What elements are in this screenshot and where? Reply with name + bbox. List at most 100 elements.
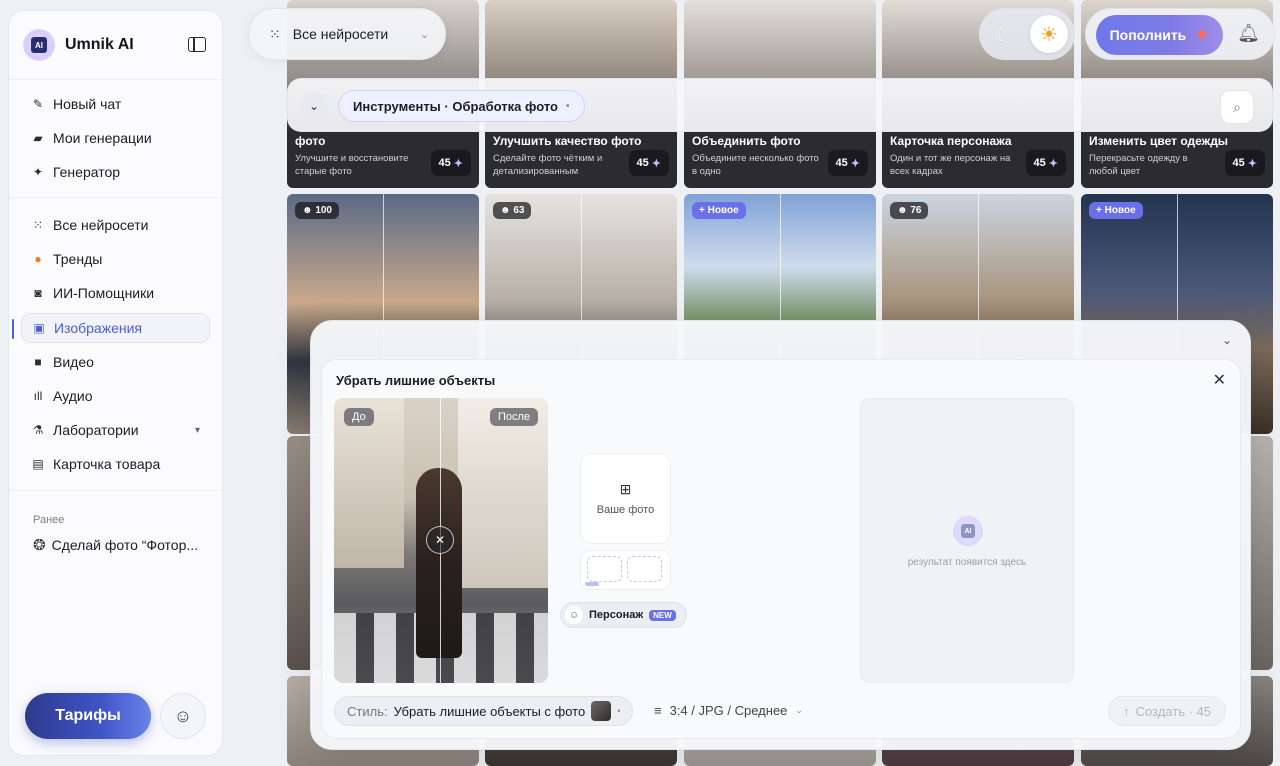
persona-chip[interactable]: ☺ Персонаж NEW	[560, 602, 687, 628]
chevron-down-icon: ⌄	[308, 99, 320, 113]
empty-slot[interactable]	[587, 556, 622, 582]
audio-wave-icon: ıll	[33, 388, 43, 403]
fire-icon: ●	[34, 252, 42, 267]
after-label: После	[489, 408, 538, 426]
close-icon[interactable]: ✕	[1213, 370, 1226, 390]
sparkle-icon: ✦	[651, 157, 661, 170]
settings-sliders-icon: ≡	[654, 703, 662, 718]
output-params-select[interactable]: ≡ 3:4 / JPG / Среднее ⌄	[654, 703, 803, 718]
tool-card-title: фото	[295, 134, 326, 148]
profile-button[interactable]: ☺	[160, 693, 206, 739]
before-after-preview[interactable]: ✕ До После	[334, 398, 548, 683]
tool-card-title: Изменить цвет одежды	[1089, 134, 1229, 148]
sparkle-icon: ✦	[1247, 157, 1257, 170]
bell-icon[interactable]: 🔔︎	[1237, 23, 1260, 44]
moon-icon[interactable]: ☾	[994, 22, 1012, 47]
folder-icon: ▰	[33, 131, 43, 146]
tool-card-desc: Сделайте фото чётким и детализированным	[493, 153, 603, 177]
chevron-down-icon[interactable]: ▾	[195, 425, 200, 436]
card-icon: ▤	[32, 457, 44, 472]
tariffs-button[interactable]: Тарифы	[25, 693, 151, 739]
tool-card-title: Объединить фото	[692, 134, 801, 148]
divider	[9, 79, 222, 80]
preview-building	[458, 398, 548, 588]
collapse-modal-icon[interactable]: ⌄	[1222, 333, 1232, 347]
sidebar-item-assistants[interactable]: ◙ ИИ-Помощники	[21, 278, 210, 308]
openai-icon: ❂	[33, 537, 46, 554]
sidebar-item-trends[interactable]: ● Тренды	[21, 244, 210, 274]
preview-person	[416, 468, 462, 658]
sidebar-item-all-networks[interactable]: ⁙ Все нейросети	[21, 210, 210, 240]
image-icon: ▣	[33, 320, 45, 335]
grid-icon: ⁙	[269, 25, 281, 42]
tool-panel: Убрать лишние объекты ✕ ✕ До После ⊞ Ваш…	[321, 359, 1241, 739]
topup-area: Пополнить ✦ 🔔︎	[1085, 8, 1275, 60]
tool-card-title: Улучшить качество фото	[493, 134, 642, 148]
sidebar: AI Umnik AI ✎ Новый чат ▰ Мои генерации ✦ Г…	[8, 10, 223, 756]
recent-chat-item[interactable]: ❂ Сделай фото “Фотор...	[33, 536, 198, 554]
modal-title: Убрать лишние объекты	[336, 373, 496, 388]
sidebar-item-audio[interactable]: ıll Аудио	[21, 381, 210, 411]
grid-icon: ⁙	[32, 218, 44, 232]
robot-icon: ◙	[34, 286, 42, 301]
tool-card-desc: Перекрасьте одежду в любой цвет	[1089, 153, 1188, 177]
dropdown-dot-icon: •	[617, 706, 621, 716]
sparkle-icon: ✦	[32, 165, 44, 180]
create-button[interactable]: ↑ Создать · 45	[1108, 696, 1226, 726]
topup-button[interactable]: Пополнить ✦	[1096, 15, 1223, 55]
secondary-nav: ⁙ Все нейросети ● Тренды ◙ ИИ-Помощники ▣ Из…	[12, 210, 210, 484]
user-icon: ☺	[565, 606, 583, 624]
sidebar-item-images[interactable]: ▣ Изображения	[12, 312, 210, 343]
brand-logo-icon: AI	[953, 516, 983, 546]
sidebar-item-product-card[interactable]: ▤ Карточка товара	[21, 449, 210, 479]
sidebar-item-video[interactable]: ■ Видео	[21, 347, 210, 377]
sidebar-toggle-icon[interactable]	[188, 37, 206, 52]
sparkle-icon: ✦	[1048, 157, 1058, 170]
dropdown-dot-icon: •	[565, 100, 570, 112]
compare-handle-icon[interactable]: ✕	[426, 526, 454, 554]
divider	[9, 490, 222, 491]
new-badge: + Новое	[1089, 202, 1143, 219]
sparkle-icon: ✦	[1194, 24, 1210, 45]
pen-icon: ✎	[32, 97, 44, 111]
primary-nav: ✎ Новый чат ▰ Мои генерации ✦ Генератор	[21, 89, 210, 192]
price-badge: 45 ✦	[628, 150, 669, 176]
sparkle-icon: ✦	[850, 157, 860, 170]
price-badge: 45 ✦	[1224, 150, 1265, 176]
before-label: До	[344, 408, 374, 426]
video-icon: ■	[34, 354, 42, 369]
search-button[interactable]: ⌕	[1220, 90, 1254, 124]
tools-filter-bar: ⌄ Инструменты · Обработка фото • ⌕	[287, 78, 1273, 132]
upload-slots[interactable]	[580, 550, 671, 590]
sidebar-item-new-chat[interactable]: ✎ Новый чат	[21, 89, 210, 119]
tool-card-desc: Объедините несколько фото в одно	[692, 153, 819, 177]
empty-slot[interactable]	[627, 556, 662, 582]
upload-photo-button[interactable]: ⊞ Ваше фото	[580, 453, 671, 544]
tool-card-title: Карточка персонажа	[890, 134, 1012, 148]
collapse-button[interactable]: ⌄	[300, 92, 328, 120]
users-count-badge: ☻ 76	[890, 202, 929, 219]
chevron-down-icon: ⌄	[795, 705, 803, 715]
search-icon: ⌕	[1233, 98, 1241, 115]
model-select-dropdown[interactable]: ⁙ Все нейросети ⌄	[248, 8, 446, 60]
price-badge: 45 ✦	[827, 150, 868, 176]
brand[interactable]: AI Umnik AI	[23, 29, 134, 61]
slot-indicator	[585, 582, 599, 586]
sun-icon[interactable]: ☀	[1030, 15, 1068, 53]
price-badge: 45 ✦	[1025, 150, 1066, 176]
sidebar-item-generator[interactable]: ✦ Генератор	[21, 157, 210, 187]
sidebar-item-my-generations[interactable]: ▰ Мои генерации	[21, 123, 210, 153]
tools-category-chip[interactable]: Инструменты · Обработка фото •	[338, 90, 585, 122]
theme-toggle[interactable]: ☾ ☀	[979, 8, 1075, 60]
style-select[interactable]: Стиль: Убрать лишние объекты с фото •	[334, 696, 634, 726]
users-count-badge: ☻ 63	[493, 202, 532, 219]
brand-name: Umnik AI	[65, 36, 134, 53]
divider	[9, 197, 222, 198]
new-badge: + Новое	[692, 202, 746, 219]
add-image-icon: ⊞	[619, 481, 632, 497]
arrow-up-icon: ↑	[1123, 703, 1130, 719]
result-placeholder: результат появится здесь	[907, 557, 1027, 568]
sidebar-item-labs[interactable]: ⚗ Лаборатории ▾	[21, 415, 210, 445]
tool-card-desc: Улучшите и восстановите старые фото	[295, 153, 409, 177]
sparkle-icon: ✦	[453, 157, 463, 170]
